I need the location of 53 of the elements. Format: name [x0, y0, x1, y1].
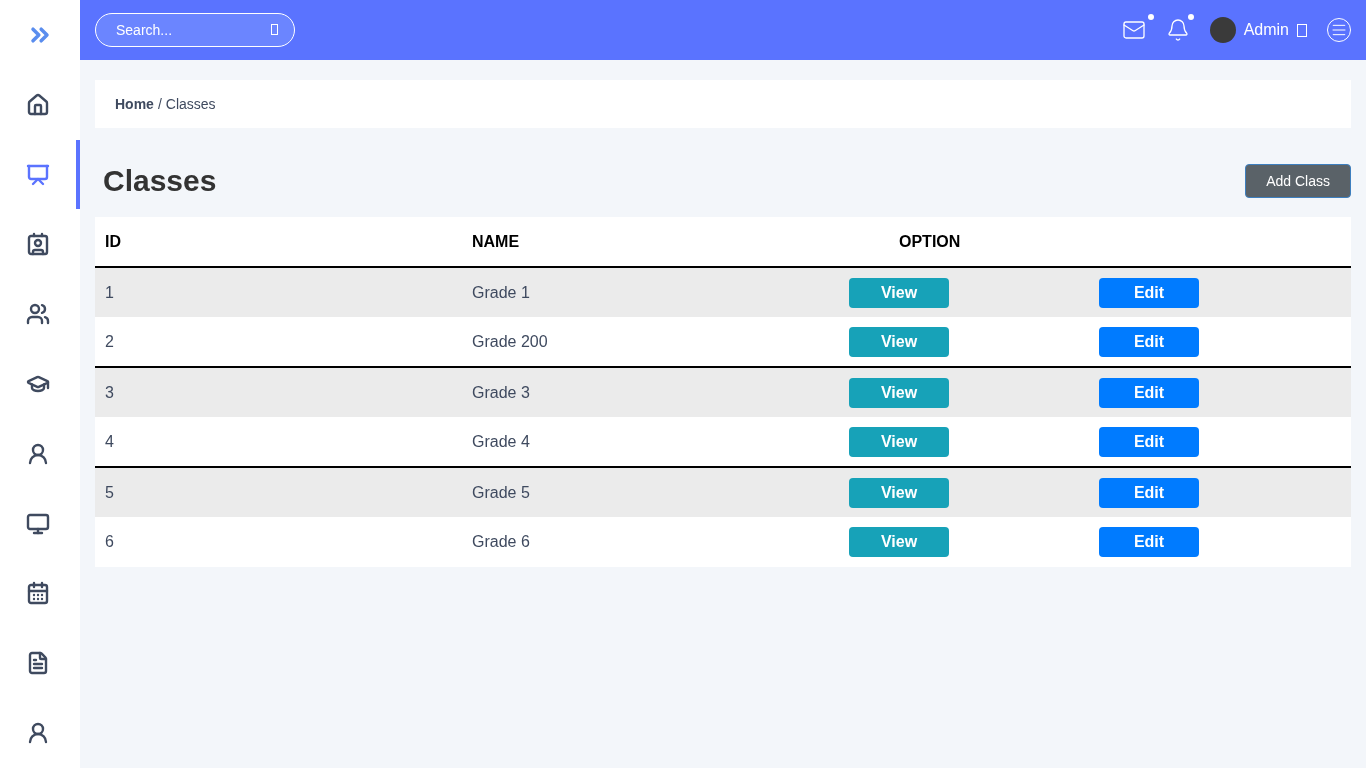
table-cell: 2 [95, 317, 462, 367]
document-icon [26, 651, 50, 676]
table-cell: Grade 1 [462, 267, 849, 317]
column-header: OPTION [849, 217, 1351, 267]
person-icon [26, 721, 50, 746]
view-button[interactable]: View [849, 477, 949, 508]
table-cell: 4 [95, 417, 462, 467]
edit-button[interactable]: Edit [1099, 326, 1199, 357]
table-cell: Grade 200 [462, 317, 849, 367]
view-button[interactable]: View [849, 426, 949, 457]
sidebar-item[interactable] [26, 581, 50, 606]
presentation-icon [26, 162, 50, 187]
home-icon [26, 92, 50, 117]
sidebar-item[interactable] [26, 511, 50, 536]
table-cell: 6 [95, 517, 462, 567]
table-cell: 1 [95, 267, 462, 317]
table-cell: Grade 4 [462, 417, 849, 467]
edit-button[interactable]: Edit [1099, 426, 1199, 457]
edit-button[interactable]: Edit [1099, 377, 1199, 408]
table-cell: 5 [95, 467, 462, 517]
edit-button[interactable]: Edit [1099, 277, 1199, 308]
column-header: ID [95, 217, 462, 267]
table-cell: 3 [95, 367, 462, 417]
add-class-button[interactable]: Add Class [1245, 163, 1351, 198]
view-button[interactable]: View [849, 277, 949, 308]
breadcrumb-link[interactable]: Home [115, 94, 154, 114]
page-title: Classes [103, 163, 217, 199]
calendar-icon [26, 581, 50, 606]
sidebar-item[interactable] [26, 721, 50, 746]
monitor-icon [26, 511, 50, 536]
person-icon [26, 441, 50, 466]
sidebar-item[interactable] [26, 232, 50, 257]
contact-book-icon [26, 232, 50, 257]
view-button[interactable]: View [849, 527, 949, 557]
edit-button[interactable]: Edit [1099, 477, 1199, 508]
sidebar-item[interactable] [26, 302, 50, 327]
sidebar-item[interactable] [26, 651, 50, 676]
sidebar-item[interactable] [26, 162, 50, 187]
search-field[interactable]: Search... [95, 13, 295, 47]
table-cell: Grade 5 [462, 467, 849, 517]
column-header: NAME [462, 217, 849, 267]
user-name[interactable]: Admin [1243, 18, 1289, 42]
avatar[interactable] [1209, 17, 1236, 43]
sidebar-item[interactable] [26, 92, 50, 117]
breadcrumb-separator: / [157, 95, 162, 114]
edit-button[interactable]: Edit [1099, 527, 1199, 557]
table-cell: Grade 3 [462, 367, 849, 417]
breadcrumb-current: Classes [165, 95, 216, 114]
view-button[interactable]: View [849, 377, 949, 408]
sidebar-item[interactable] [26, 441, 50, 466]
group-icon [26, 302, 50, 327]
table-cell: Grade 6 [462, 517, 849, 567]
view-button[interactable]: View [849, 326, 949, 357]
